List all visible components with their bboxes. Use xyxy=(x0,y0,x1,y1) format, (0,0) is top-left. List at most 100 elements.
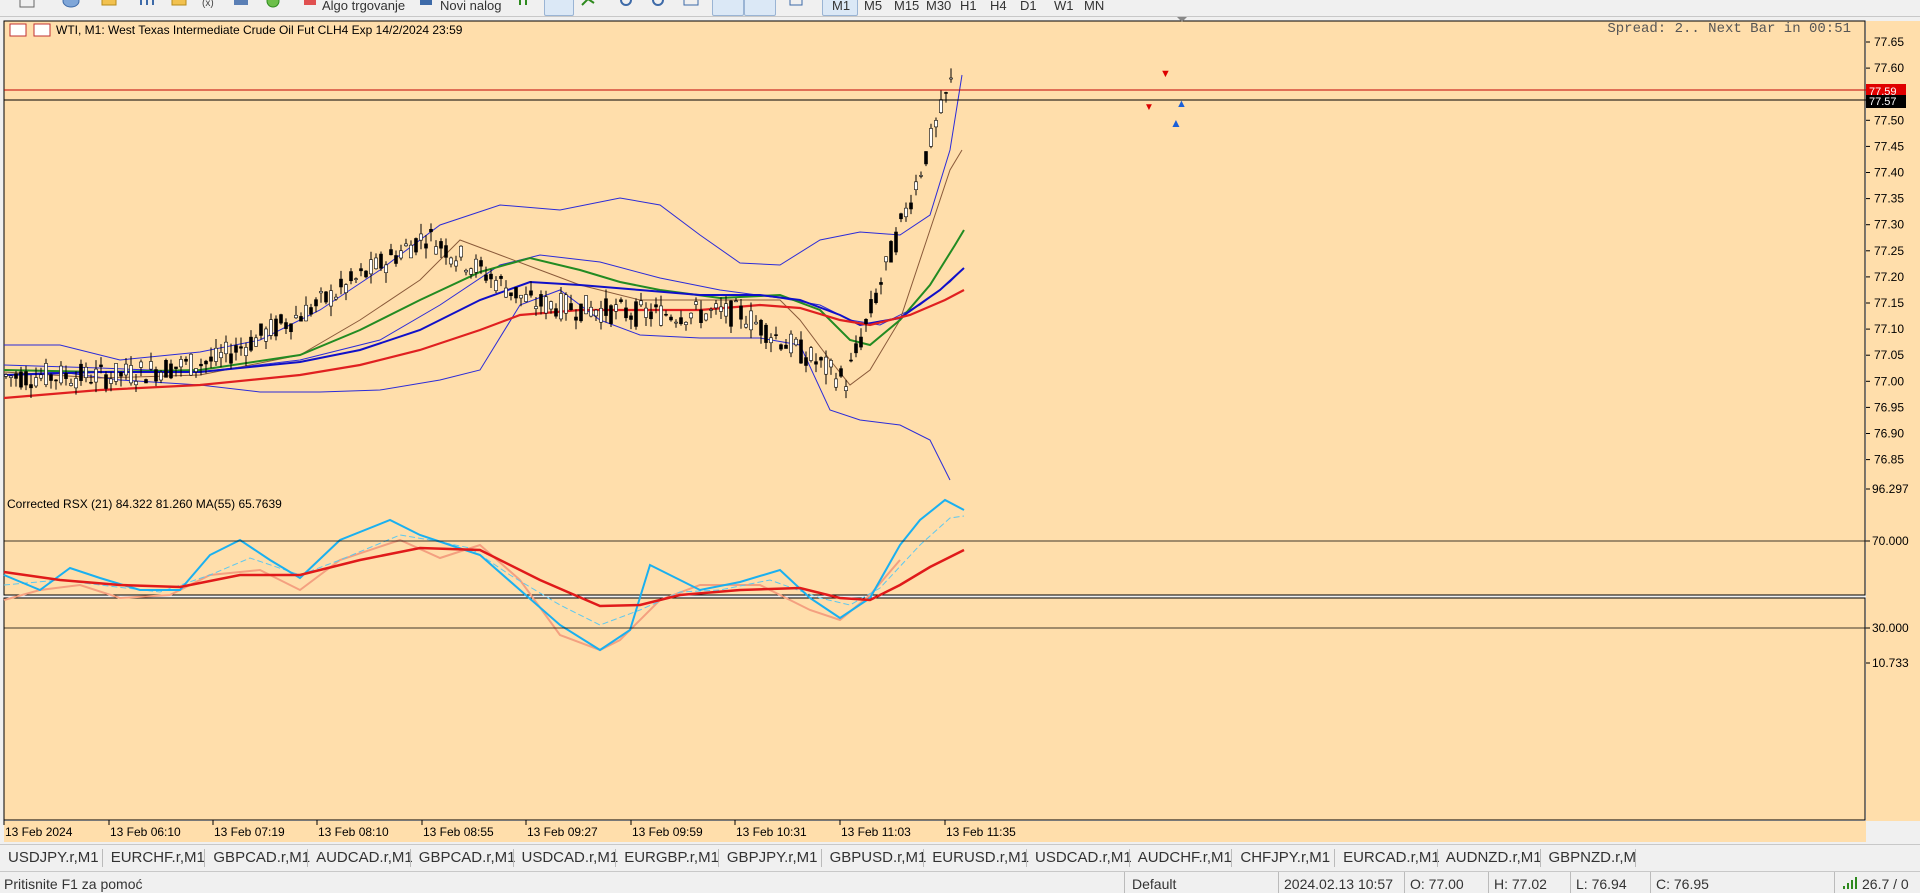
algo-trading-button[interactable]: Algo trgovanje xyxy=(322,0,405,14)
candle-body xyxy=(169,363,173,379)
symbol-tab[interactable]: EURCHF.r,M1 xyxy=(111,849,205,866)
symbol-tab[interactable]: GBPUSD.r,M1 xyxy=(830,849,927,866)
symbol-tab[interactable]: EURUSD.r,M1 xyxy=(932,849,1029,866)
candle-body xyxy=(134,381,138,386)
candle-body xyxy=(779,344,783,350)
candle-body xyxy=(364,270,368,278)
candle-body xyxy=(604,298,608,316)
price-chart[interactable]: 77.6577.6077.5577.5077.4577.4077.3577.30… xyxy=(0,17,1920,842)
candle-body xyxy=(659,305,663,326)
candle-body xyxy=(229,353,233,364)
symbol-tab[interactable]: GBPNZD.r,M xyxy=(1549,849,1637,866)
candle-body xyxy=(634,301,638,327)
folder-open-icon[interactable] xyxy=(170,0,188,12)
candle-body xyxy=(159,372,163,381)
candle-body xyxy=(79,363,83,381)
symbol-tab[interactable]: EURGBP.r,M1 xyxy=(624,849,719,866)
candle-body xyxy=(199,363,203,367)
rsx-tick-label: 30.000 xyxy=(1872,621,1909,635)
candle-body xyxy=(359,268,363,272)
price-tick-label: 77.30 xyxy=(1874,218,1904,232)
zoom-out-icon[interactable] xyxy=(650,0,668,12)
window-menu-icon[interactable] xyxy=(9,23,27,37)
candle-body xyxy=(889,241,893,263)
timeframe-h4[interactable]: H4 xyxy=(990,0,1007,14)
tab-separator xyxy=(204,849,206,867)
candle-body xyxy=(689,312,693,319)
new-order-button[interactable]: Novi nalog xyxy=(440,0,501,14)
time-tick-label: 13 Feb 06:10 xyxy=(110,825,181,839)
time-tick-label: 13 Feb 2024 xyxy=(5,825,73,839)
symbol-tab[interactable]: USDCAD.r,M1 xyxy=(522,849,619,866)
function-icon[interactable]: (x) xyxy=(200,0,218,12)
indicator-header: Corrected RSX (21) 84.322 81.260 MA(55) … xyxy=(7,497,282,511)
connection-icon[interactable] xyxy=(1842,876,1858,890)
candle-body xyxy=(579,303,583,322)
line-chart-icon[interactable] xyxy=(580,0,598,12)
candle-body xyxy=(469,268,473,275)
candle-body xyxy=(514,287,518,299)
timeframe-m1[interactable]: M1 xyxy=(832,0,850,14)
symbol-tab[interactable]: GBPCAD.r,M1 xyxy=(213,849,310,866)
timeframe-w1[interactable]: W1 xyxy=(1054,0,1074,14)
candle-body xyxy=(799,339,803,364)
candle-body xyxy=(904,207,908,218)
tile-windows-icon[interactable] xyxy=(682,0,700,12)
timeframe-m30[interactable]: M30 xyxy=(926,0,951,14)
candle-body xyxy=(59,365,63,384)
symbol-tab[interactable]: AUDCHF.r,M1 xyxy=(1138,849,1232,866)
symbol-tab[interactable]: GBPJPY.r,M1 xyxy=(727,849,818,866)
bar-chart-icon[interactable] xyxy=(516,0,534,12)
timeframe-m5[interactable]: M5 xyxy=(864,0,882,14)
candle-body xyxy=(784,344,788,349)
timeframe-h1[interactable]: H1 xyxy=(960,0,977,14)
symbol-tab[interactable]: AUDCAD.r,M1 xyxy=(316,849,413,866)
tool-icon[interactable] xyxy=(18,0,36,12)
candle-body xyxy=(724,303,728,317)
candle-body xyxy=(874,292,878,303)
candle-body xyxy=(144,379,148,384)
profile-name[interactable]: Default xyxy=(1132,876,1176,892)
autoscroll-button[interactable] xyxy=(712,0,744,16)
timeframe-m15[interactable]: M15 xyxy=(894,0,919,14)
indicator-pane[interactable] xyxy=(3,597,1866,821)
symbol-tab[interactable]: CHFJPY.r,M1 xyxy=(1240,849,1330,866)
symbol-tab[interactable]: AUDNZD.r,M1 xyxy=(1446,849,1542,866)
candle-body xyxy=(99,364,103,367)
candle-body xyxy=(29,384,33,389)
timeframe-mn[interactable]: MN xyxy=(1084,0,1104,14)
candle-body xyxy=(109,378,113,384)
symbol-tab[interactable]: GBPCAD.r,M1 xyxy=(419,849,516,866)
candle-body xyxy=(184,358,188,362)
candle-body xyxy=(914,181,918,191)
candle-body xyxy=(19,371,23,388)
globe-icon[interactable] xyxy=(62,0,80,12)
bars-icon[interactable] xyxy=(138,0,156,12)
candle-body xyxy=(264,328,268,342)
candle-body xyxy=(424,243,428,249)
price-tick-label: 76.85 xyxy=(1874,453,1904,467)
timeframe-d1[interactable]: D1 xyxy=(1020,0,1037,14)
candle-body xyxy=(304,304,308,322)
template-icon[interactable] xyxy=(788,0,806,12)
zoom-in-icon[interactable] xyxy=(618,0,636,12)
terminal-icon[interactable] xyxy=(232,0,250,12)
candle-body xyxy=(529,290,533,296)
candlestick-button[interactable] xyxy=(544,0,574,16)
candle-body xyxy=(474,258,478,273)
candle-body xyxy=(89,381,93,384)
symbol-tab[interactable]: USDCAD.r,M1 xyxy=(1035,849,1132,866)
candle-body xyxy=(769,337,773,344)
symbol-tab[interactable]: USDJPY.r,M1 xyxy=(8,849,99,866)
price-tick-label: 77.60 xyxy=(1874,61,1904,75)
candle-body xyxy=(669,316,673,321)
add-icon[interactable] xyxy=(264,0,282,12)
candle-body xyxy=(219,352,223,359)
chart-shift-button[interactable] xyxy=(744,0,776,16)
candle-body xyxy=(674,321,678,324)
chart-properties-icon[interactable] xyxy=(33,23,51,37)
folder-icon[interactable] xyxy=(100,0,118,12)
candle-body xyxy=(569,303,573,310)
symbol-tab[interactable]: EURCAD.r,M1 xyxy=(1343,849,1440,866)
candle-body xyxy=(189,353,193,376)
